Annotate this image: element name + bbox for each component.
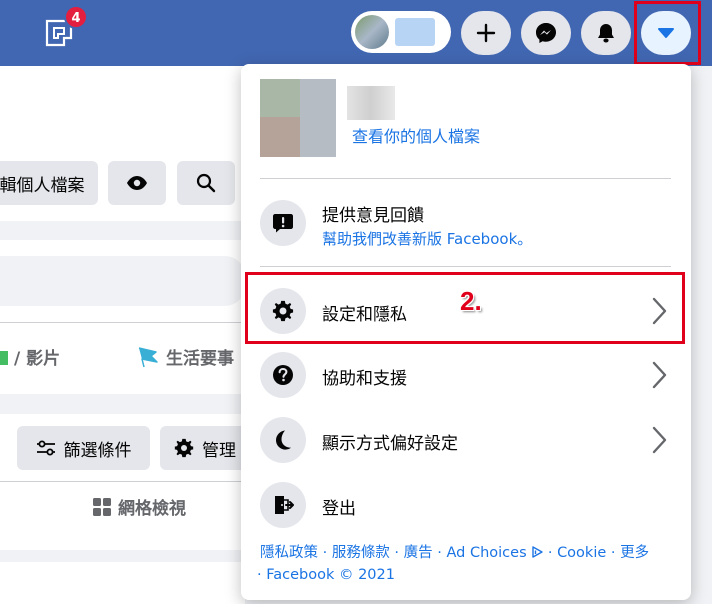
filter-icon <box>36 440 55 456</box>
edit-profile-button[interactable]: 輯個人檔案 <box>0 161 98 205</box>
menu-item-help-support[interactable]: 協助和支援 <box>241 348 691 404</box>
menu-item-feedback[interactable]: 提供意見回饋 幫助我們改善新版 Facebook。 <box>241 195 691 251</box>
notifications-button[interactable] <box>581 11 631 55</box>
next-card <box>0 562 245 604</box>
photo-video-link[interactable]: / 影片 <box>0 344 60 369</box>
search-profile-button[interactable] <box>177 161 235 205</box>
more-link[interactable]: 更多 <box>620 545 649 561</box>
logout-icon <box>260 482 306 528</box>
composer-divider <box>0 322 245 323</box>
chevron-right-icon <box>652 426 667 454</box>
menu-item-display-preferences[interactable]: 顯示方式偏好設定 <box>241 413 691 469</box>
create-button[interactable] <box>461 11 511 55</box>
privacy-policy-link[interactable]: 隱私政策 <box>260 545 318 561</box>
menu-item-label: 提供意見回饋 <box>322 206 424 226</box>
help-icon <box>260 352 306 398</box>
filter-button[interactable]: 篩選條件 <box>17 426 150 470</box>
profile-name-redacted <box>395 18 435 46</box>
top-navigation-bar: 4 <box>0 0 712 66</box>
menu-item-label: 登出 <box>322 499 356 519</box>
ads-link[interactable]: 廣告 <box>404 545 433 561</box>
menu-item-label: 協助和支援 <box>322 369 407 389</box>
eye-icon <box>127 176 147 190</box>
ad-choices-link[interactable]: Ad Choices <box>446 545 543 561</box>
edit-profile-label: 輯個人檔案 <box>0 175 85 196</box>
grid-view-tab[interactable]: 網格檢視 <box>92 494 186 519</box>
menu-item-sublabel: 幫助我們改善新版 Facebook。 <box>322 230 533 248</box>
ad-choices-icon <box>532 546 543 558</box>
composer-card: / 影片 生活要事 <box>0 240 245 394</box>
menu-item-label: 顯示方式偏好設定 <box>322 434 458 454</box>
gear-icon <box>174 438 194 458</box>
view-as-button[interactable] <box>108 161 166 205</box>
step2-label: 2. <box>460 286 482 316</box>
notification-badge: 4 <box>64 5 88 29</box>
avatar <box>355 15 389 49</box>
menu-divider <box>260 266 671 267</box>
profile-picture[interactable] <box>260 79 336 157</box>
life-event-link[interactable]: 生活要事 <box>136 344 234 369</box>
plus-icon <box>476 23 496 43</box>
cookie-link[interactable]: Cookie <box>557 545 606 561</box>
feedback-icon <box>260 200 306 246</box>
messenger-icon <box>536 23 556 43</box>
search-icon <box>196 173 216 193</box>
messenger-button[interactable] <box>521 11 571 55</box>
terms-link[interactable]: 服務條款 <box>332 545 390 561</box>
profile-header-area: 輯個人檔案 <box>0 66 245 221</box>
moon-icon <box>260 417 306 463</box>
photo-icon <box>0 351 8 365</box>
menu-divider <box>260 178 671 179</box>
grid-icon <box>93 498 111 516</box>
profile-shortcut-button[interactable] <box>351 11 451 53</box>
flag-icon <box>138 347 158 368</box>
posts-card: 篩選條件 管理 網格檢視 <box>0 414 260 550</box>
menu-footer: 隱私政策 · 服務條款 · 廣告 · Ad Choices · Cookie ·… <box>257 545 650 583</box>
see-profile-link[interactable]: 查看你的個人檔案 <box>352 123 480 147</box>
menu-item-logout[interactable]: 登出 <box>241 478 691 534</box>
step1-highlight-box <box>634 1 701 65</box>
bell-icon <box>598 24 614 43</box>
chevron-right-icon <box>652 361 667 389</box>
copyright-text: Facebook © 2021 <box>266 567 395 583</box>
posts-divider <box>0 481 245 482</box>
composer-input[interactable] <box>0 256 245 306</box>
profile-name-redacted <box>347 86 395 120</box>
